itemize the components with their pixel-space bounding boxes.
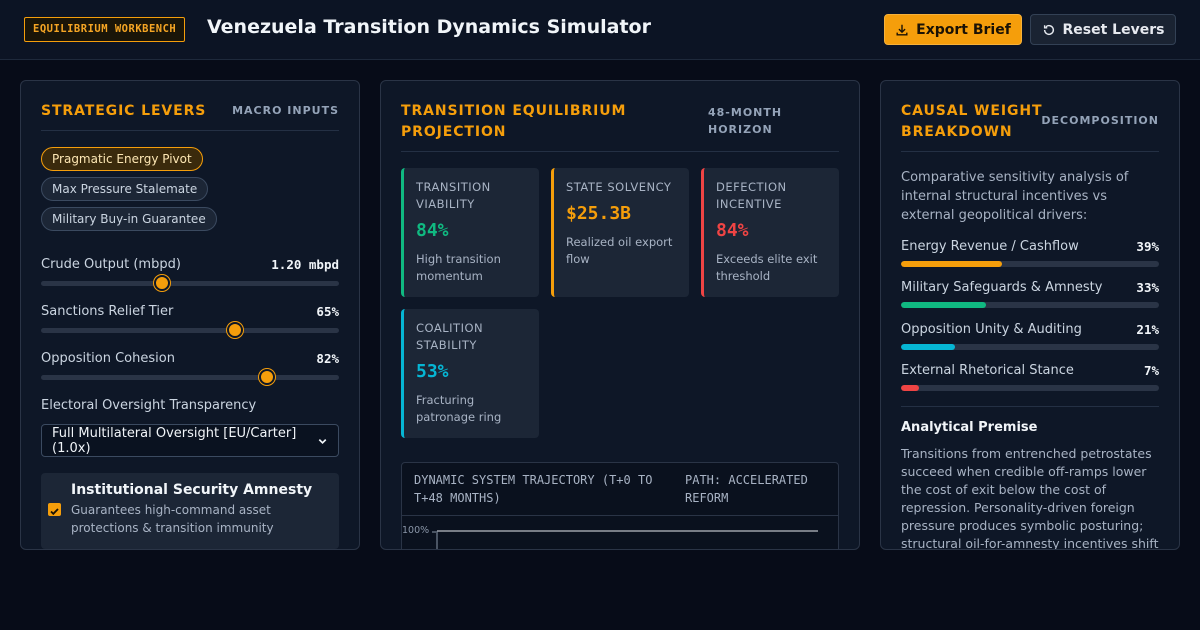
sanctions-relief-slider[interactable] bbox=[41, 322, 339, 338]
crude-output-slider[interactable] bbox=[41, 275, 339, 291]
metric-label: TRANSITION VIABILITY bbox=[416, 180, 491, 211]
opposition-cohesion-value: 82% bbox=[316, 351, 339, 366]
scenario-chip-max-pressure-stalemate[interactable]: Max Pressure Stalemate bbox=[41, 177, 209, 201]
metric-card-transition-viability: TRANSITION VIABILITY 84% High transition… bbox=[401, 168, 539, 297]
causal-weight-panel: CAUSAL WEIGHT BREAKDOWN DECOMPOSITION Co… bbox=[880, 80, 1180, 550]
opposition-cohesion-slider[interactable] bbox=[41, 369, 339, 385]
metric-card-coalition-stability: COALITION STABILITY 53% Fracturing patro… bbox=[401, 309, 539, 438]
reset-levers-button[interactable]: Reset Levers bbox=[1030, 14, 1176, 45]
projection-panel: TRANSITION EQUILIBRIUM PROJECTION 48-MON… bbox=[380, 80, 860, 550]
divider bbox=[901, 151, 1159, 152]
panel-title: STRATEGIC LEVERS bbox=[41, 103, 207, 119]
opposition-cohesion-slider-thumb[interactable] bbox=[259, 369, 276, 385]
panel-tag: MACRO INPUTS bbox=[232, 104, 339, 117]
weight-bar-fill bbox=[901, 302, 987, 308]
panel-title-line2: PROJECTION bbox=[401, 124, 507, 140]
weight-percent: 39% bbox=[1136, 239, 1159, 254]
amnesty-description: Guarantees high-command asset protection… bbox=[71, 503, 274, 535]
export-brief-button[interactable]: Export Brief bbox=[884, 14, 1022, 45]
opposition-cohesion-label: Opposition Cohesion bbox=[41, 351, 175, 366]
metric-label: STATE SOLVENCY bbox=[566, 180, 672, 194]
top-bar: EQUILIBRIUM WORKBENCH Venezuela Transiti… bbox=[0, 0, 1200, 60]
amnesty-checkbox[interactable] bbox=[48, 503, 61, 516]
weight-label: External Rhetorical Stance bbox=[901, 363, 1074, 378]
panel-tag: DECOMPOSITION bbox=[1041, 114, 1159, 127]
strategic-levers-panel: STRATEGIC LEVERS MACRO INPUTS Pragmatic … bbox=[20, 80, 360, 550]
sanctions-relief-label: Sanctions Relief Tier bbox=[41, 304, 174, 319]
metric-label: DEFECTION INCENTIVE bbox=[716, 180, 787, 211]
metric-description: Exceeds elite exit threshold bbox=[716, 252, 818, 283]
oversight-select[interactable]: Full Multilateral Oversight [EU/Carter] … bbox=[41, 424, 339, 457]
divider bbox=[41, 130, 339, 131]
app-title: Venezuela Transition Dynamics Simulator bbox=[207, 16, 651, 38]
weight-label: Military Safeguards & Amnesty bbox=[901, 280, 1103, 295]
panel-tag-line2: HORIZON bbox=[708, 123, 773, 136]
weight-bar-fill bbox=[901, 344, 956, 350]
divider bbox=[401, 151, 839, 152]
scenario-chip-pragmatic-energy-pivot[interactable]: Pragmatic Energy Pivot bbox=[41, 147, 203, 171]
sensitivity-intro: Comparative sensitivity analysis of inte… bbox=[901, 170, 1129, 223]
weight-percent: 33% bbox=[1136, 280, 1159, 295]
panel-tag: 48-MONTH HORIZON bbox=[708, 104, 782, 138]
panel-tag-line1: 48-MONTH bbox=[708, 106, 783, 119]
metric-card-defection-incentive: DEFECTION INCENTIVE 84% Exceeds elite ex… bbox=[701, 168, 839, 297]
download-icon bbox=[896, 24, 908, 36]
weight-label: Energy Revenue / Cashflow bbox=[901, 239, 1079, 254]
reset-levers-label: Reset Levers bbox=[1062, 21, 1165, 38]
crude-output-label: Crude Output (mbpd) bbox=[41, 257, 181, 272]
weight-bar bbox=[901, 344, 1159, 350]
metric-card-state-solvency: STATE SOLVENCY $25.3B Realized oil expor… bbox=[551, 168, 689, 297]
metric-description: Realized oil export flow bbox=[566, 235, 673, 266]
weight-bar-fill bbox=[901, 261, 1002, 267]
sanctions-relief-value: 65% bbox=[316, 304, 339, 319]
trajectory-axes bbox=[432, 530, 818, 549]
metric-value: 53% bbox=[416, 361, 449, 382]
metric-label: COALITION STABILITY bbox=[416, 321, 484, 352]
metric-description: High transition momentum bbox=[416, 252, 501, 283]
metric-value: 84% bbox=[416, 220, 449, 241]
premise-text: Transitions from entrenched petrostates … bbox=[901, 446, 1159, 550]
reset-icon bbox=[1043, 24, 1054, 35]
oversight-selected-value: Full Multilateral Oversight [EU/Carter] … bbox=[52, 425, 297, 456]
panel-title-line1: TRANSITION EQUILIBRIUM bbox=[401, 103, 627, 119]
panel-title: CAUSAL WEIGHT BREAKDOWN bbox=[901, 101, 1042, 143]
metric-value: $25.3B bbox=[566, 203, 632, 224]
panel-title-line1: CAUSAL WEIGHT bbox=[901, 103, 1043, 119]
export-brief-label: Export Brief bbox=[916, 21, 1011, 38]
chevron-down-icon bbox=[318, 438, 327, 444]
trajectory-chart: DYNAMIC SYSTEM TRAJECTORY (T+0 TO T+48 M… bbox=[401, 462, 839, 549]
amnesty-title: Institutional Security Amnesty bbox=[71, 482, 313, 498]
weight-percent: 7% bbox=[1143, 363, 1159, 378]
sanctions-relief-slider-thumb[interactable] bbox=[226, 322, 243, 338]
scenario-chip-military-buy-in-guarantee[interactable]: Military Buy-in Guarantee bbox=[41, 207, 217, 231]
crude-output-slider-thumb[interactable] bbox=[153, 275, 170, 291]
panel-title-line2: BREAKDOWN bbox=[901, 124, 1013, 140]
weight-bar-fill bbox=[901, 385, 920, 391]
weight-percent: 21% bbox=[1136, 322, 1159, 337]
crude-output-value: 1.20 mbpd bbox=[271, 257, 339, 272]
amnesty-option[interactable]: Institutional Security Amnesty Guarantee… bbox=[41, 473, 339, 549]
divider bbox=[901, 406, 1159, 407]
checkmark-icon bbox=[50, 508, 59, 516]
brand-badge: EQUILIBRIUM WORKBENCH bbox=[24, 17, 186, 42]
premise-title: Analytical Premise bbox=[901, 420, 1038, 435]
panel-title: TRANSITION EQUILIBRIUM PROJECTION bbox=[401, 101, 661, 143]
weight-bar bbox=[901, 385, 1159, 391]
weight-bar bbox=[901, 261, 1159, 267]
weight-bar bbox=[901, 302, 1159, 308]
oversight-label: Electoral Oversight Transparency bbox=[41, 398, 257, 413]
weight-label: Opposition Unity & Auditing bbox=[901, 322, 1082, 337]
metric-value: 84% bbox=[716, 220, 749, 241]
metric-description: Fracturing patronage ring bbox=[416, 393, 502, 424]
